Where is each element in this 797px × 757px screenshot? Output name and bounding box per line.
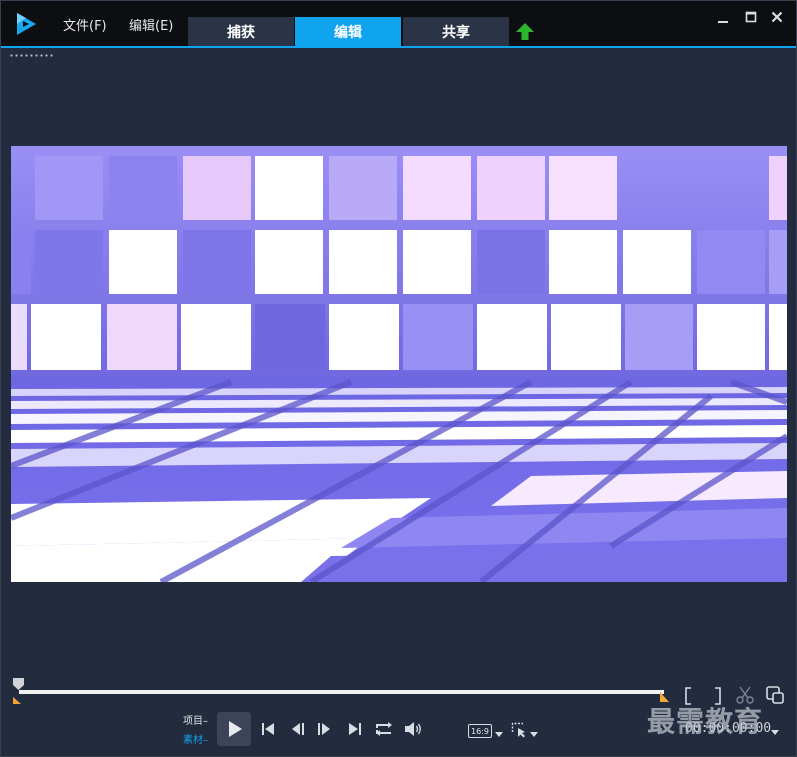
close-icon[interactable]: [771, 10, 783, 24]
volume-icon[interactable]: [403, 720, 423, 738]
home-start-icon[interactable]: [260, 721, 276, 737]
video-editor-window: 文件(F) 编辑(E) 捕获 编辑 共享 项目– 素材– 16:9 00:00:…: [0, 0, 797, 757]
next-frame-icon[interactable]: [316, 721, 332, 737]
menu-edit[interactable]: 编辑(E): [129, 15, 173, 34]
play-button[interactable]: [217, 712, 251, 746]
timecode-spin-arrow-icon[interactable]: [771, 730, 779, 736]
timeline-scrubber-bar[interactable]: [19, 690, 664, 694]
tab-edit[interactable]: 编辑: [295, 17, 401, 47]
aspect-ratio-button[interactable]: 16:9: [468, 724, 492, 738]
maximize-icon[interactable]: [745, 10, 757, 24]
minimize-icon[interactable]: [717, 10, 729, 24]
tab-share[interactable]: 共享: [403, 17, 509, 47]
repeat-icon[interactable]: [374, 720, 394, 738]
clip-mode-label[interactable]: 素材–: [183, 731, 208, 746]
end-icon[interactable]: [347, 721, 363, 737]
preview-frame-image: [11, 146, 787, 582]
upload-arrow-icon[interactable]: [515, 22, 535, 42]
previous-frame-icon[interactable]: [290, 721, 306, 737]
panel-grip-handle[interactable]: [9, 54, 55, 57]
title-accent-line: [1, 46, 796, 48]
video-preview: [11, 146, 787, 582]
tab-capture[interactable]: 捕获: [188, 17, 294, 47]
app-logo-icon: [17, 13, 36, 35]
watermark-text: 最需教育: [647, 705, 764, 738]
aspect-dropdown-arrow-icon[interactable]: [495, 732, 503, 738]
enlarge-preview-icon[interactable]: [765, 685, 785, 705]
project-mode-label[interactable]: 项目–: [183, 712, 208, 727]
play-icon: [229, 721, 242, 737]
display-mode-icon[interactable]: [511, 722, 527, 738]
title-bar: 文件(F) 编辑(E) 捕获 编辑 共享: [1, 1, 796, 47]
menu-file[interactable]: 文件(F): [63, 15, 107, 34]
display-dropdown-arrow-icon[interactable]: [530, 732, 538, 738]
